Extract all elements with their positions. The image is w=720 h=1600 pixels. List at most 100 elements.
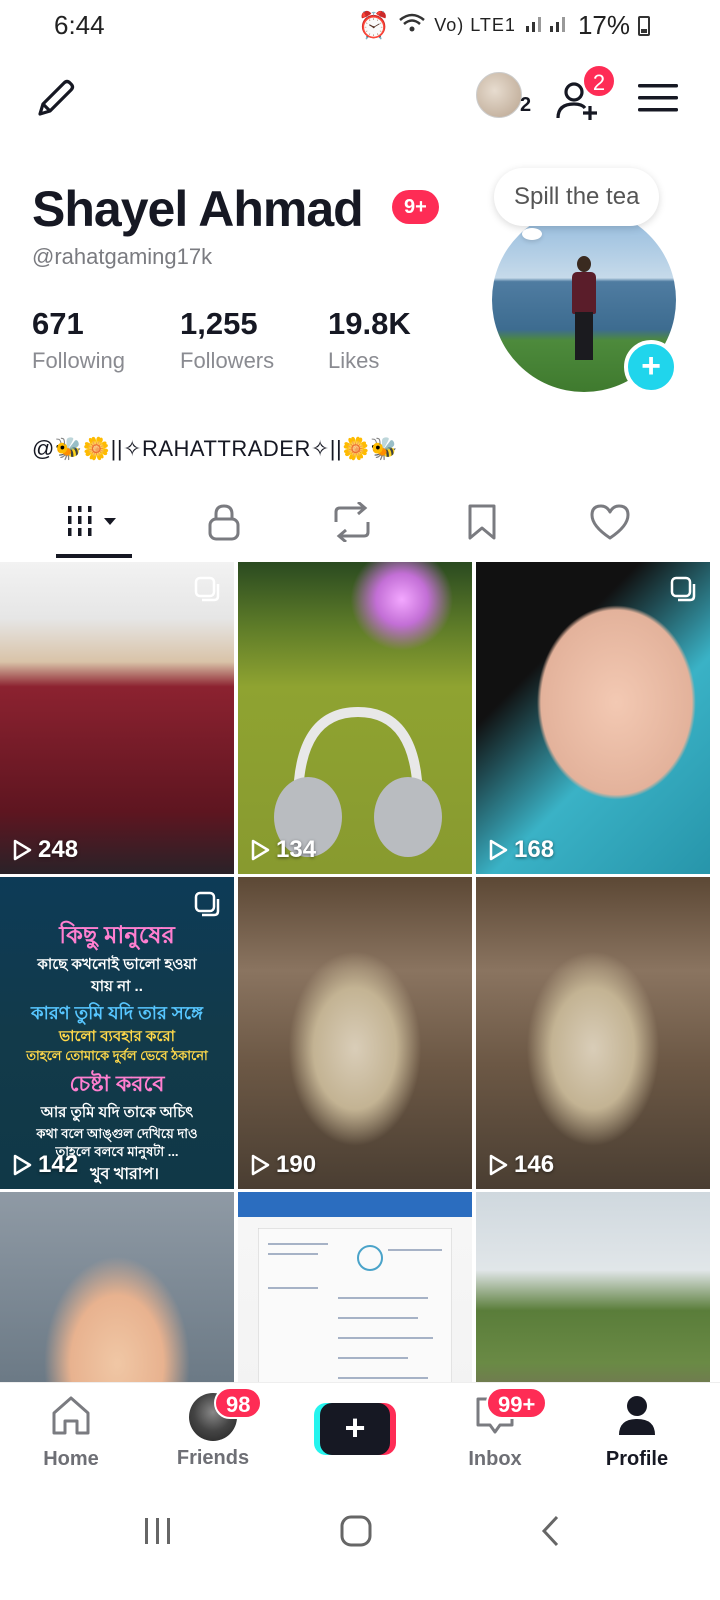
profile-tabs (0, 492, 720, 562)
multi-photo-icon (194, 576, 220, 602)
tab-reposts[interactable] (312, 492, 392, 552)
visitors-avatar[interactable] (476, 72, 522, 118)
note-bubble[interactable]: Spill the tea (494, 168, 660, 226)
play-icon (489, 839, 508, 861)
view-count-value: 142 (38, 1151, 79, 1178)
display-name: Shayel Ahmad (32, 181, 364, 237)
grid-icon (68, 506, 116, 536)
play-icon (13, 839, 32, 861)
multi-photo-icon (194, 891, 220, 917)
nav-inbox[interactable]: Inbox 99+ (440, 1387, 550, 1471)
notification-badge: 9+ (392, 190, 439, 224)
tab-favorites[interactable] (442, 492, 522, 552)
system-nav (0, 1478, 720, 1600)
network-label: Vo) LTE1 (434, 15, 516, 35)
status-time: 6:44 (54, 10, 105, 40)
signal-icon (524, 10, 570, 41)
video-grid: 248 134 168 কিছু মানুষের কাছে কখনোই ভালো… (0, 562, 720, 1504)
stat-value: 671 (32, 306, 84, 341)
bottom-nav: Home Friends 98 + Inbox 99+ Profile (0, 1382, 720, 1478)
active-tab-indicator (56, 554, 132, 558)
view-count-value: 134 (276, 836, 317, 863)
nav-label: Friends (176, 1447, 250, 1469)
battery-percent: 17% (577, 10, 630, 40)
video-thumbnail[interactable]: কিছু মানুষের কাছে কখনোই ভালো হওয়া যায় … (0, 877, 234, 1189)
tab-liked[interactable] (570, 492, 650, 552)
view-count: 142 (12, 1151, 78, 1179)
stat-followers[interactable]: 1,255 Followers (180, 306, 328, 374)
view-count: 168 (488, 836, 554, 864)
friends-badge: 98 (214, 1387, 263, 1419)
stat-label: Followers (180, 348, 275, 373)
tab-private[interactable] (184, 492, 264, 552)
add-photo-button[interactable]: + (624, 340, 678, 394)
stat-value: 1,255 (180, 306, 258, 341)
stat-value: 19.8K (328, 306, 411, 341)
stat-label: Following (32, 348, 125, 373)
back-icon (541, 1515, 559, 1547)
visitors-count: 2 (520, 94, 532, 116)
nav-profile[interactable]: Profile (582, 1393, 692, 1471)
repost-icon (334, 502, 370, 542)
caption-line: চেষ্টা করবে (69, 1071, 165, 1096)
nav-label: Profile (605, 1448, 669, 1470)
caption-line: কিছু মানুষের (59, 922, 175, 949)
stat-label: Likes (328, 348, 380, 373)
recent-apps-icon (145, 1518, 170, 1544)
stat-likes[interactable]: 19.8K Likes (328, 306, 476, 374)
view-count: 248 (12, 836, 78, 864)
caption-line: আর তুমি যদি তাকে অচিৎ (40, 1104, 194, 1121)
top-bar: 2 2 (0, 62, 720, 132)
battery-icon (638, 15, 650, 36)
play-icon (489, 1154, 508, 1176)
wifi-icon (398, 10, 426, 41)
play-icon (251, 839, 270, 861)
bookmark-icon (468, 504, 496, 540)
status-icons: ⏰ Vo) LTE1 17% (358, 10, 650, 41)
home-system-icon (340, 1515, 372, 1547)
video-thumbnail[interactable]: 168 (476, 562, 710, 874)
view-count-value: 248 (38, 836, 79, 863)
profile-icon (619, 1396, 655, 1435)
profile-photo-person (570, 256, 598, 366)
nav-home[interactable]: Home (16, 1393, 126, 1471)
username: @rahatgaming17k (32, 244, 213, 269)
alarm-icon: ⏰ (357, 10, 391, 40)
caption-line: তাহলে তোমাকে দুর্বল ভেবে ঠকানো (26, 1048, 208, 1063)
plus-icon: + (320, 1403, 390, 1455)
inbox-badge: 99+ (486, 1387, 548, 1419)
play-icon (251, 1154, 270, 1176)
nav-friends[interactable]: Friends 98 (158, 1387, 268, 1470)
view-count: 134 (250, 836, 316, 864)
video-thumbnail[interactable]: 248 (0, 562, 234, 874)
caption-line: যায় না .. (91, 978, 143, 995)
friend-requests-badge: 2 (582, 64, 616, 98)
stat-following[interactable]: 671 Following (32, 306, 180, 374)
view-count: 190 (250, 1151, 316, 1179)
play-icon (13, 1154, 32, 1176)
menu-icon[interactable] (638, 82, 678, 114)
caption-line: খুব খারাপ। (90, 1166, 160, 1183)
tab-videos[interactable] (54, 492, 134, 552)
view-count-value: 168 (514, 836, 555, 863)
lock-icon (208, 504, 240, 541)
video-thumbnail[interactable]: 134 (238, 562, 472, 874)
video-thumbnail[interactable]: 146 (476, 877, 710, 1189)
pencil-icon[interactable] (34, 76, 78, 120)
bio: @🐝🌼||✧RAHATTRADER✧||🌼🐝 (32, 436, 399, 461)
video-thumbnail[interactable]: 190 (238, 877, 472, 1189)
nav-label: Home (43, 1448, 99, 1470)
recent-apps-button[interactable] (128, 1506, 188, 1556)
view-count-value: 146 (514, 1151, 555, 1178)
create-button[interactable]: + (314, 1403, 396, 1455)
view-count: 146 (488, 1151, 554, 1179)
nav-label: Inbox (468, 1448, 522, 1470)
status-bar: 6:44 ⏰ Vo) LTE1 17% (0, 0, 720, 52)
home-system-button[interactable] (326, 1506, 386, 1556)
home-icon (52, 1396, 90, 1435)
note-bubble-tail (522, 228, 542, 240)
view-count-value: 190 (276, 1151, 317, 1178)
multi-photo-icon (670, 576, 696, 602)
back-button[interactable] (522, 1506, 582, 1556)
profile-stats: 671 Following 1,255 Followers 19.8K Like… (32, 306, 476, 374)
